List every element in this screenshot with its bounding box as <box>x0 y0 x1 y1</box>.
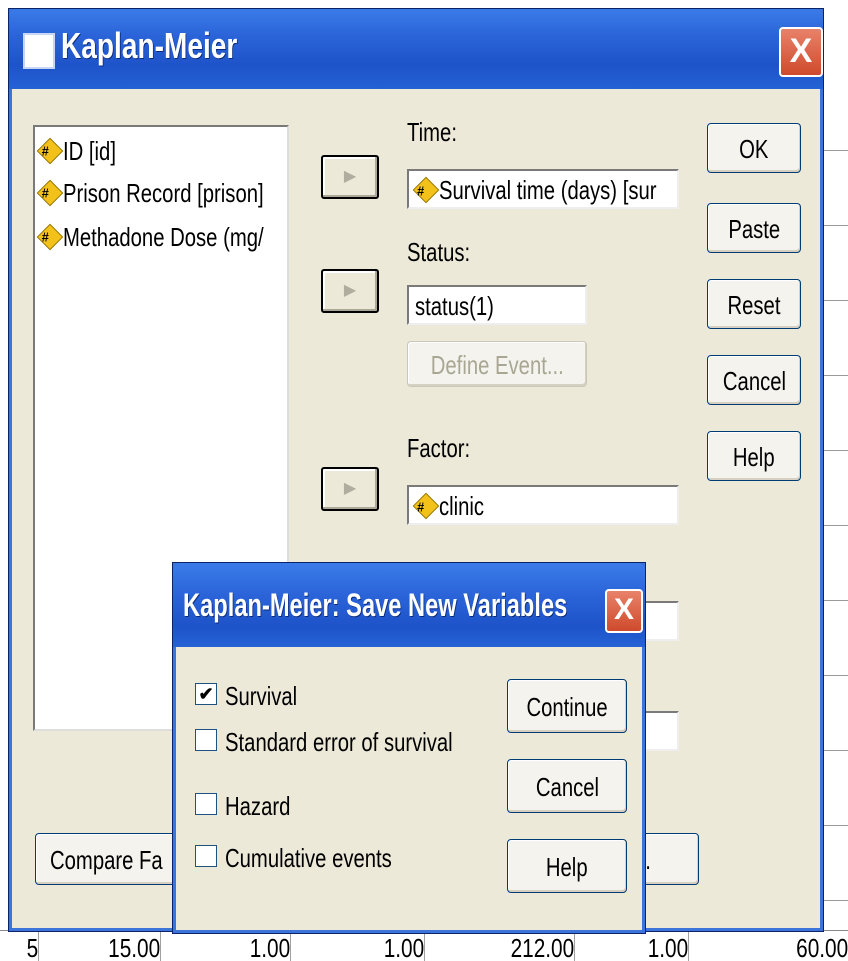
cumulative-events-checkbox[interactable] <box>195 845 217 868</box>
numeric-variable-icon <box>36 179 64 207</box>
numeric-variable-icon <box>412 492 440 520</box>
grid-line <box>822 825 848 826</box>
grid-line <box>822 150 848 151</box>
save-new-variables-dialog: Kaplan-Meier: Save New Variables X ✔ Surv… <box>172 562 646 934</box>
subdialog-close-button[interactable]: X <box>605 589 643 633</box>
window-icon <box>23 33 55 69</box>
survival-checkbox[interactable]: ✔ <box>195 683 217 706</box>
checkbox-label: Cumulative events <box>225 843 392 873</box>
reset-button[interactable]: Reset <box>707 279 801 329</box>
standard-error-checkbox-row[interactable]: Standard error of survival <box>195 727 517 763</box>
spreadsheet-cell: 5 <box>8 931 39 961</box>
time-field[interactable]: Survival time (days) [sur <box>407 169 679 209</box>
spreadsheet-cell: 1.00 <box>599 931 689 961</box>
close-button[interactable]: X <box>779 27 823 77</box>
help-button[interactable]: Help <box>707 431 801 481</box>
factor-label: Factor: <box>407 433 471 463</box>
subdialog-cancel-button[interactable]: Cancel <box>507 759 627 813</box>
move-to-time-button[interactable]: ▶ <box>321 155 379 199</box>
variable-label: ID [id] <box>63 136 116 166</box>
grid-line <box>822 375 848 376</box>
spreadsheet-cell: 60.00 <box>722 931 848 961</box>
spreadsheet-cell: 1.00 <box>319 931 425 961</box>
grid-line <box>822 675 848 676</box>
time-label: Time: <box>407 117 457 147</box>
spreadsheet-cell: 1.00 <box>188 931 291 961</box>
dialog-titlebar[interactable]: Kaplan-Meier X <box>9 9 823 89</box>
numeric-variable-icon <box>412 176 440 204</box>
ok-button[interactable]: OK <box>707 123 801 173</box>
continue-button[interactable]: Continue <box>507 679 627 733</box>
subdialog-titlebar[interactable]: Kaplan-Meier: Save New Variables X <box>173 563 645 647</box>
grid-line <box>822 300 848 301</box>
numeric-variable-icon <box>36 223 64 251</box>
variable-label: Prison Record [prison] <box>63 178 264 208</box>
factor-value: clinic <box>439 491 485 521</box>
status-value: status(1) <box>415 291 494 321</box>
define-event-button: Define Event... <box>407 341 587 387</box>
paste-button[interactable]: Paste <box>707 203 801 253</box>
variable-item-id[interactable]: ID [id] <box>36 133 131 169</box>
hazard-checkbox-row[interactable]: Hazard <box>195 791 309 827</box>
checkbox-label: Hazard <box>225 791 291 821</box>
subdialog-help-button[interactable]: Help <box>507 839 627 893</box>
move-to-factor-button[interactable]: ▶ <box>321 467 379 511</box>
standard-error-checkbox[interactable] <box>195 729 217 752</box>
numeric-variable-icon <box>36 137 64 165</box>
grid-line <box>822 900 848 901</box>
variable-item-methadone[interactable]: Methadone Dose (mg/ <box>36 219 287 255</box>
dialog-title: Kaplan-Meier <box>61 25 238 66</box>
checkbox-label: Survival <box>225 681 298 711</box>
spreadsheet-cell: 212.00 <box>456 931 575 961</box>
grid-line <box>822 450 848 451</box>
subdialog-title: Kaplan-Meier: Save New Variables <box>183 587 568 623</box>
spreadsheet-row: 5 15.00 1.00 1.00 212.00 1.00 60.00 <box>0 930 848 961</box>
grid-line <box>822 225 848 226</box>
variable-item-prison[interactable]: Prison Record [prison] <box>36 175 287 211</box>
move-to-status-button[interactable]: ▶ <box>321 269 379 313</box>
variable-label: Methadone Dose (mg/ <box>63 222 264 252</box>
checkbox-label: Standard error of survival <box>225 727 453 757</box>
grid-line <box>822 750 848 751</box>
status-label: Status: <box>407 237 471 267</box>
time-value: Survival time (days) [sur <box>439 175 657 205</box>
grid-line <box>822 525 848 526</box>
hazard-checkbox[interactable] <box>195 793 217 816</box>
status-field[interactable]: status(1) <box>407 285 587 325</box>
cumulative-events-checkbox-row[interactable]: Cumulative events <box>195 843 439 879</box>
survival-checkbox-row[interactable]: ✔ Survival <box>195 681 317 717</box>
grid-line <box>822 600 848 601</box>
cancel-button[interactable]: Cancel <box>707 355 801 405</box>
factor-field[interactable]: clinic <box>407 485 679 525</box>
spreadsheet-cell: 15.00 <box>64 931 161 961</box>
